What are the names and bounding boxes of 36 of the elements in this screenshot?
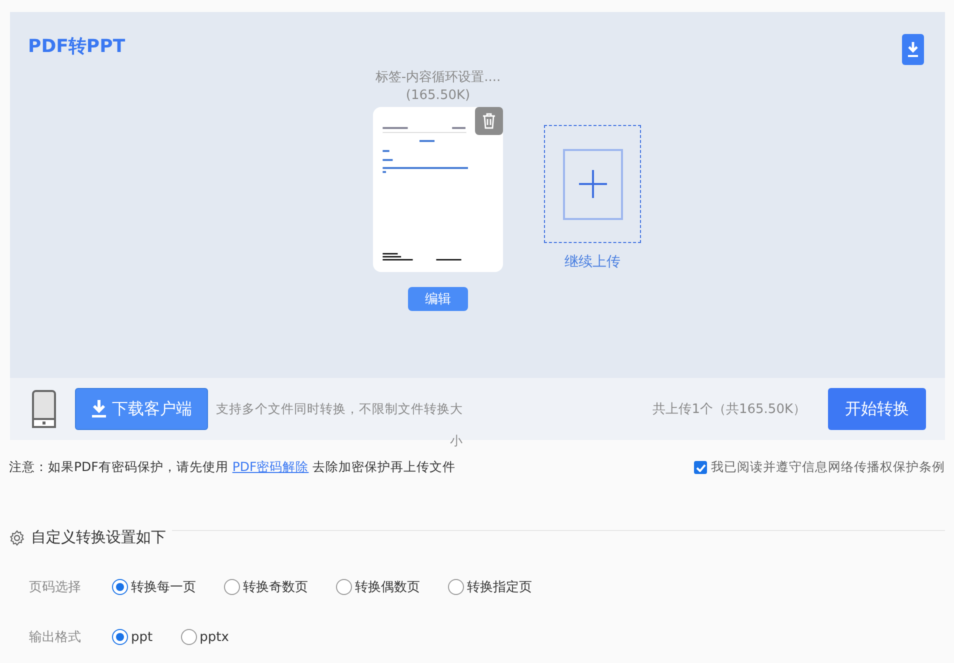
upload-summary: 共上传1个（共165.50K） xyxy=(652,401,806,418)
start-convert-button[interactable]: 开始转换 xyxy=(828,388,926,430)
download-client-button[interactable]: 下载客户端 xyxy=(75,388,208,430)
radio-button[interactable] xyxy=(336,579,352,595)
plus-icon xyxy=(578,170,606,198)
option-label: 页码选择 xyxy=(29,579,82,596)
support-text: 支持多个文件同时转换，不限制文件转换大小 xyxy=(215,400,463,450)
trash-icon xyxy=(482,113,496,129)
radio-button[interactable] xyxy=(112,579,128,595)
file-name: 标签-内容循环设置.... xyxy=(375,69,501,87)
agreement-label: 我已阅读并遵守信息网络传播权保护条例 xyxy=(711,459,945,476)
add-file-button[interactable] xyxy=(544,125,641,243)
radio-label: ppt xyxy=(131,630,153,644)
notice-text: 注意：如果PDF有密码保护，请先使用 PDF密码解除 去除加密保护再上传文件 xyxy=(9,459,456,476)
radio-label: 转换奇数页 xyxy=(243,579,308,596)
file-size: (165.50K) xyxy=(406,87,470,105)
radio-button[interactable] xyxy=(224,579,240,595)
radio-button[interactable] xyxy=(112,629,128,645)
password-remove-link[interactable]: PDF密码解除 xyxy=(232,459,309,474)
phone-icon xyxy=(32,390,56,428)
download-icon xyxy=(92,400,106,418)
radio-button[interactable] xyxy=(180,629,197,645)
page-title: PDF转PPT xyxy=(28,35,126,58)
radio-label: 转换每一页 xyxy=(131,579,196,596)
delete-button[interactable] xyxy=(475,107,503,135)
radio-button[interactable] xyxy=(448,579,464,595)
agreement-checkbox[interactable] xyxy=(694,461,707,474)
radio-label: 转换指定页 xyxy=(467,579,532,596)
option-label: 输出格式 xyxy=(29,629,82,646)
download-icon[interactable] xyxy=(902,34,924,65)
continue-upload-link[interactable]: 继续上传 xyxy=(564,253,620,271)
settings-icon xyxy=(9,530,25,546)
radio-label: pptx xyxy=(200,630,229,644)
radio-label: 转换偶数页 xyxy=(355,579,420,596)
settings-title: 自定义转换设置如下 xyxy=(31,528,166,547)
edit-button[interactable]: 编辑 xyxy=(408,287,468,311)
